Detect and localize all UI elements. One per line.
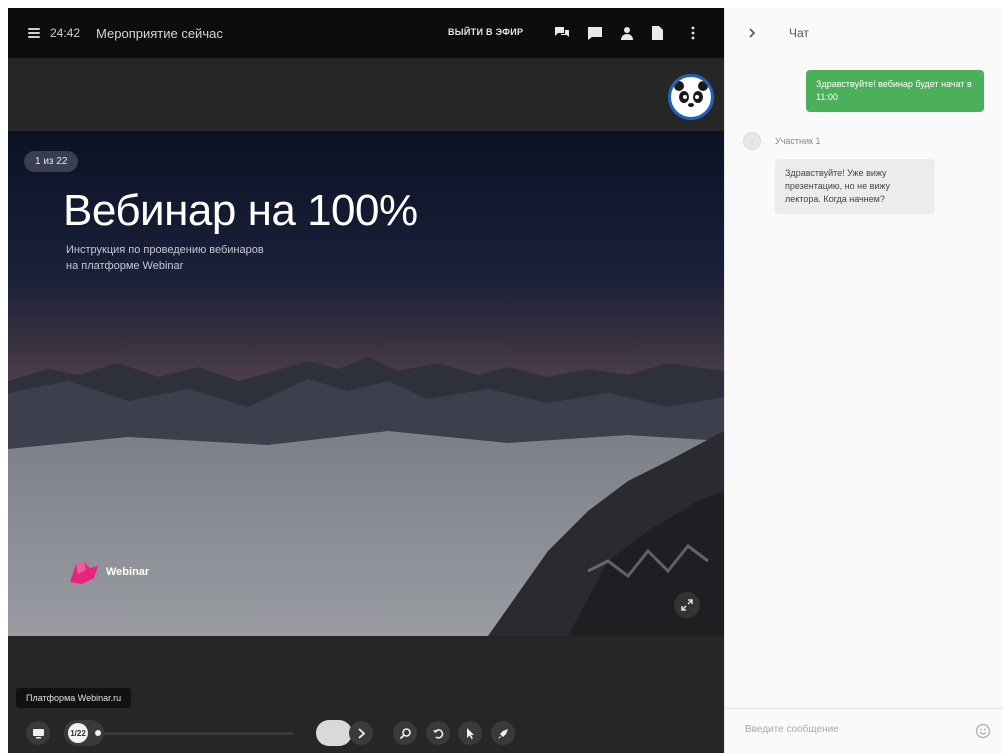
chevron-right-icon (749, 28, 756, 38)
sender-name: Участник 1 (775, 136, 821, 146)
undo-icon (432, 728, 443, 739)
fullscreen-button[interactable] (674, 592, 700, 618)
undo-button[interactable] (426, 721, 450, 745)
event-title: Мероприятие сейчас (96, 25, 223, 41)
rocket-icon (497, 728, 508, 739)
incoming-message: Здравствуйте! Уже вижу презентацию, но н… (775, 159, 935, 214)
slide-thumbnail-toggle[interactable] (316, 720, 352, 746)
panda-icon (674, 81, 708, 113)
slide-scrubber-thumb: 1/22 (68, 723, 88, 743)
webinar-logo-text: Webinar (106, 566, 150, 578)
chat-input-bar (725, 708, 1003, 754)
outgoing-message: Здравствуйте! вебинар будет начат в 11:0… (806, 70, 984, 112)
go-live-button[interactable]: ВЫЙТИ В ЭФИР (448, 27, 523, 37)
slide-subtitle-line1: Инструкция по проведению вебинаров (66, 244, 264, 256)
chat-panel: Чат Здравствуйте! вебинар будет начат в … (724, 8, 1003, 753)
pointer-button[interactable] (458, 721, 482, 745)
message-icon[interactable] (586, 24, 604, 42)
screen-button[interactable] (26, 721, 50, 745)
slide-scrubber[interactable]: 1/22 (64, 720, 104, 746)
emoji-icon[interactable] (975, 723, 991, 739)
slide-subtitle-line2: на платформе Webinar (66, 260, 184, 272)
more-vertical-icon[interactable] (684, 24, 702, 42)
window-top-border (0, 0, 1003, 8)
page-counter-badge: 1 из 22 (24, 151, 79, 172)
slide-title: Вебинар на 100% (63, 186, 418, 235)
presenter-avatar[interactable] (668, 74, 714, 120)
webinar-logo: Webinar (66, 556, 149, 588)
webinar-stage: 24:42 Мероприятие сейчас ВЫЙТИ В ЭФИР 1 … (8, 8, 724, 753)
next-slide-button[interactable] (349, 721, 373, 745)
webinar-logo-icon (70, 562, 98, 584)
user-icon[interactable] (618, 24, 636, 42)
next-icon (357, 727, 365, 739)
slide-scrubber-dot (95, 730, 101, 736)
zoom-button[interactable] (393, 721, 417, 745)
screen-icon (32, 728, 44, 738)
incoming-message-meta: ◦ Участник 1 (743, 132, 820, 150)
chat-header: Чат (725, 8, 1003, 58)
presentation-controls: 1/22 (8, 713, 724, 753)
menu-icon[interactable] (28, 28, 40, 38)
window-left-border (0, 0, 8, 753)
document-icon[interactable] (648, 24, 666, 42)
chat-title: Чат (789, 26, 809, 40)
search-icon (399, 727, 411, 739)
expand-icon (681, 599, 693, 611)
collapse-chat-button[interactable] (745, 26, 759, 40)
top-bar: 24:42 Мероприятие сейчас ВЫЙТИ В ЭФИР (8, 8, 724, 58)
tooltip: Платформа Webinar.ru (16, 688, 132, 708)
presentation-slide: 1 из 22 Вебинар на 100% Инструкция по пр… (8, 131, 724, 636)
pointer-icon (466, 727, 474, 739)
chat-message-input[interactable] (743, 723, 947, 736)
rocket-button[interactable] (491, 721, 515, 745)
timer: 24:42 (50, 26, 81, 40)
chat-icon[interactable] (553, 24, 571, 42)
participant-avatar: ◦ (743, 132, 761, 150)
